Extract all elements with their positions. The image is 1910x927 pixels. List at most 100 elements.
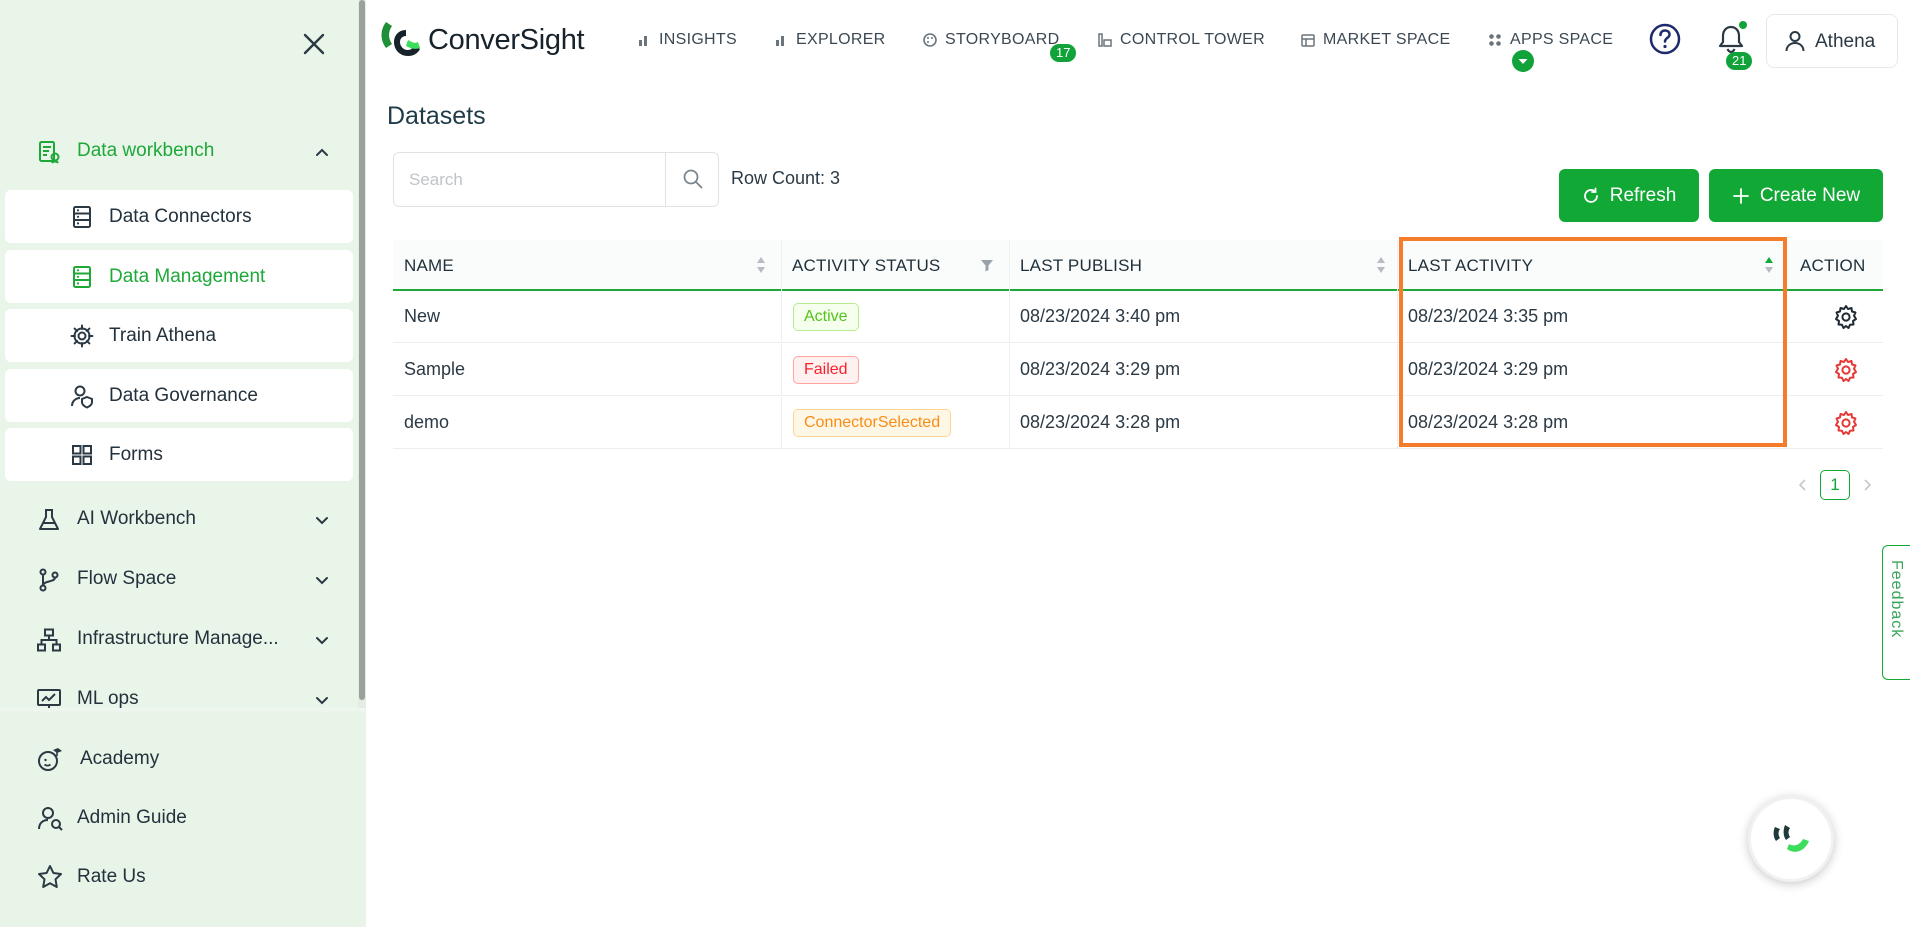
bar-chart-icon xyxy=(636,32,652,48)
user-menu-button[interactable]: Athena xyxy=(1766,14,1898,68)
page-number-button[interactable]: 1 xyxy=(1820,470,1850,500)
dataset-name: demo xyxy=(404,412,450,432)
table-row[interactable]: New Active 08/23/2024 3:40 pm 08/23/2024… xyxy=(393,291,1883,343)
next-page-button[interactable] xyxy=(1860,478,1874,492)
last-activity-value: 08/23/2024 3:29 pm xyxy=(1408,359,1569,379)
chevron-up-icon xyxy=(312,142,332,162)
pagination: 1 xyxy=(1796,470,1874,500)
close-sidebar-button[interactable] xyxy=(298,28,330,60)
palette-icon xyxy=(922,32,938,48)
help-button[interactable] xyxy=(1648,22,1682,56)
tower-icon xyxy=(1097,32,1113,48)
create-new-label: Create New xyxy=(1759,184,1861,206)
sort-icon[interactable] xyxy=(1375,254,1387,276)
sidebar-item-data-management[interactable]: Data Management xyxy=(5,250,353,303)
column-header-label: LAST PUBLISH xyxy=(1020,256,1143,275)
column-header-activity-status[interactable]: ACTIVITY STATUS xyxy=(781,240,1009,291)
nav-control-tower[interactable]: CONTROL TOWER xyxy=(1097,28,1265,52)
academy-icon xyxy=(36,745,64,773)
question-circle-icon xyxy=(1649,23,1681,55)
close-icon xyxy=(303,33,325,55)
cell-name: Sample xyxy=(393,344,781,396)
filter-icon[interactable] xyxy=(979,257,995,273)
notification-dot xyxy=(1739,21,1747,29)
sidebar-item-label: Train Athena xyxy=(109,325,217,346)
gear-icon xyxy=(69,323,95,349)
chevron-down-icon xyxy=(312,510,332,530)
sidebar-group-infrastructure-management[interactable]: Infrastructure Manage... xyxy=(0,612,358,666)
nav-label: MARKET SPACE xyxy=(1323,31,1451,48)
conversight-logo-icon xyxy=(381,22,420,56)
nav-insights[interactable]: INSIGHTS xyxy=(636,28,737,52)
scrollbar-thumb[interactable] xyxy=(359,0,365,700)
last-publish-value: 08/23/2024 3:28 pm xyxy=(1020,412,1181,432)
sidebar-item-admin-guide[interactable]: Admin Guide xyxy=(0,791,366,843)
sidebar-item-train-athena[interactable]: Train Athena xyxy=(5,309,353,362)
table-header: NAME ACTIVITY STATUS LAST PUBLISH LAST A… xyxy=(393,240,1883,291)
gear-icon xyxy=(1835,305,1857,329)
sidebar-group-data-workbench[interactable]: Data workbench xyxy=(0,124,358,178)
cell-activity-status: Failed xyxy=(781,344,1009,396)
search-input[interactable] xyxy=(395,154,665,205)
nav-apps-space[interactable]: APPS SPACE xyxy=(1487,28,1613,52)
assistant-logo-icon xyxy=(1773,825,1809,852)
branch-icon xyxy=(36,567,62,593)
sidebar-item-label: Admin Guide xyxy=(77,807,187,828)
refresh-icon xyxy=(1583,187,1598,203)
sidebar-item-forms[interactable]: Forms xyxy=(5,428,353,481)
column-header-last-publish[interactable]: LAST PUBLISH xyxy=(1009,240,1397,291)
last-publish-value: 08/23/2024 3:29 pm xyxy=(1020,359,1181,379)
chevron-right-icon xyxy=(1864,479,1872,491)
nav-label: APPS SPACE xyxy=(1510,31,1614,48)
sidebar-scrollbar[interactable] xyxy=(358,0,366,712)
refresh-label: Refresh xyxy=(1609,184,1677,206)
cell-activity-status: Active xyxy=(781,291,1009,343)
feedback-tab[interactable]: Feedback xyxy=(1882,545,1910,680)
chevron-down-icon xyxy=(312,570,332,590)
cell-last-activity: 08/23/2024 3:28 pm xyxy=(1397,397,1785,449)
nav-label: INSIGHTS xyxy=(659,31,737,48)
column-header-action: ACTION xyxy=(1785,240,1883,291)
prev-page-button[interactable] xyxy=(1796,478,1810,492)
logo-text: ConverSight xyxy=(428,23,585,56)
column-header-name[interactable]: NAME xyxy=(393,240,781,291)
row-settings-button[interactable] xyxy=(1833,410,1859,436)
create-new-button[interactable]: Create New xyxy=(1709,169,1883,222)
cell-name: New xyxy=(393,291,781,343)
sidebar-item-academy[interactable]: Academy xyxy=(0,732,366,784)
column-header-label: NAME xyxy=(404,256,454,275)
conversight-logo[interactable]: ConverSight xyxy=(378,18,585,62)
sort-icon[interactable] xyxy=(755,254,767,276)
user-name: Athena xyxy=(1815,31,1876,52)
sidebar-item-label: Data Connectors xyxy=(109,206,252,227)
sidebar-item-data-governance[interactable]: Data Governance xyxy=(5,369,353,422)
row-settings-button[interactable] xyxy=(1833,357,1859,383)
storyboard-badge: 17 xyxy=(1050,44,1077,62)
sidebar-item-rate-us[interactable]: Rate Us xyxy=(0,850,366,902)
table-row[interactable]: demo ConnectorSelected 08/23/2024 3:28 p… xyxy=(393,397,1883,449)
column-header-label: ACTIVITY STATUS xyxy=(792,256,941,275)
column-header-label: LAST ACTIVITY xyxy=(1408,256,1534,275)
table-row[interactable]: Sample Failed 08/23/2024 3:29 pm 08/23/2… xyxy=(393,344,1883,396)
sidebar-group-ml-ops[interactable]: ML ops xyxy=(0,672,358,712)
sidebar-item-label: Academy xyxy=(80,748,160,769)
search-button[interactable] xyxy=(665,153,719,206)
nav-storyboard[interactable]: STORYBOARD xyxy=(922,28,1059,52)
sidebar-item-label: Data Governance xyxy=(109,385,258,406)
sort-ascending-icon[interactable] xyxy=(1763,254,1775,276)
status-badge-failed: Failed xyxy=(793,356,859,384)
sidebar-group-ai-workbench[interactable]: AI Workbench xyxy=(0,492,358,546)
grid-icon xyxy=(69,442,95,468)
sidebar-group-flow-space[interactable]: Flow Space xyxy=(0,552,358,606)
nav-explorer[interactable]: EXPLORER xyxy=(773,28,886,52)
user-menu-caret[interactable] xyxy=(1512,50,1534,72)
row-settings-button[interactable] xyxy=(1833,304,1859,330)
refresh-button[interactable]: Refresh xyxy=(1559,169,1699,222)
admin-guide-icon xyxy=(36,804,64,832)
sidebar-item-data-connectors[interactable]: Data Connectors xyxy=(5,190,353,243)
nav-market-space[interactable]: MARKET SPACE xyxy=(1300,28,1450,52)
sidebar-item-label: Data Management xyxy=(109,266,266,287)
assistant-chat-button[interactable] xyxy=(1748,796,1834,882)
gear-icon xyxy=(1835,358,1857,382)
column-header-last-activity[interactable]: LAST ACTIVITY xyxy=(1397,240,1785,291)
